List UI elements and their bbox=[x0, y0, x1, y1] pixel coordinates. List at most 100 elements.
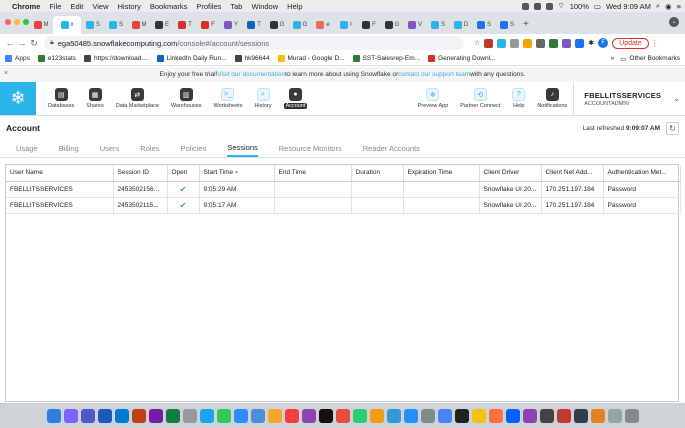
tray-icon[interactable] bbox=[533, 2, 541, 10]
account-switcher[interactable]: FBELLITSSERVICES ACCOUNTADMIN bbox=[573, 82, 673, 115]
documentation-link[interactable]: Visit our documentation bbox=[217, 71, 285, 78]
nav-preview-app[interactable]: ❄ Preview App bbox=[412, 82, 455, 115]
tray-icon[interactable] bbox=[545, 2, 553, 10]
minimize-window-icon[interactable] bbox=[14, 19, 20, 25]
tab-policies[interactable]: Policies bbox=[180, 140, 206, 157]
podcasts-icon[interactable] bbox=[301, 408, 316, 423]
app-icon[interactable] bbox=[556, 408, 571, 423]
firefox-icon[interactable] bbox=[488, 408, 503, 423]
browser-tab[interactable]: S bbox=[496, 16, 518, 34]
menu-view[interactable]: View bbox=[92, 2, 108, 11]
zoom-icon[interactable] bbox=[233, 408, 248, 423]
powerpoint-icon[interactable] bbox=[131, 408, 146, 423]
url-bar[interactable]: 🔒︎ ega50485.snowflakecomputing.com/conso… bbox=[44, 36, 464, 50]
extension-icon[interactable] bbox=[484, 38, 494, 48]
browser-tab[interactable]: G bbox=[266, 16, 288, 34]
system-preferences-icon[interactable] bbox=[420, 408, 435, 423]
nav-history[interactable]: ⌕ History bbox=[248, 82, 277, 115]
browser-menu-icon[interactable]: ⋮ bbox=[651, 39, 659, 48]
tab-roles[interactable]: Roles bbox=[140, 140, 159, 157]
chrome-icon[interactable] bbox=[437, 408, 452, 423]
bookmark-item[interactable]: Murad - Google D... bbox=[277, 55, 345, 62]
browser-tab[interactable]: F bbox=[358, 16, 380, 34]
bookmark-item[interactable]: LinkedIn Daily Run... bbox=[156, 55, 227, 62]
browser-tab[interactable]: e bbox=[312, 16, 334, 34]
table-row[interactable]: FBELLITSSERVICES 2453502156... ✔ 9:05:29… bbox=[6, 181, 681, 198]
tab-users[interactable]: Users bbox=[100, 140, 120, 157]
music-icon[interactable] bbox=[284, 408, 299, 423]
app-icon[interactable] bbox=[573, 408, 588, 423]
refresh-icon[interactable]: ↻ bbox=[666, 121, 679, 135]
browser-tab[interactable]: G bbox=[289, 16, 311, 34]
bookmarks-overflow-button[interactable]: » bbox=[611, 55, 615, 62]
extension-icon[interactable] bbox=[523, 38, 533, 48]
nav-shares[interactable]: ▦ Shares bbox=[80, 82, 109, 115]
column-header-session-id[interactable]: Session ID bbox=[113, 165, 168, 182]
browser-tab[interactable]: S bbox=[473, 16, 495, 34]
menu-history[interactable]: History bbox=[118, 2, 141, 11]
nav-account[interactable]: ● Account bbox=[278, 82, 314, 115]
back-icon[interactable]: ← bbox=[4, 38, 16, 48]
column-header-expiration-time[interactable]: Expiration Time bbox=[403, 165, 480, 182]
browser-tab[interactable]: E bbox=[151, 16, 173, 34]
siri-icon[interactable]: ◉ bbox=[665, 2, 672, 11]
tab-sessions[interactable]: Sessions bbox=[227, 140, 258, 157]
app-store-icon[interactable] bbox=[403, 408, 418, 423]
spotlight-icon[interactable]: ⌕ bbox=[656, 1, 660, 11]
column-header-user-name[interactable]: User Name bbox=[6, 165, 114, 182]
keynote-icon[interactable] bbox=[386, 408, 401, 423]
app-icon[interactable] bbox=[182, 408, 197, 423]
reload-icon[interactable]: ↻ bbox=[28, 38, 40, 49]
puzzle-icon[interactable]: ✱ bbox=[588, 39, 594, 47]
onenote-icon[interactable] bbox=[148, 408, 163, 423]
nav-data-marketplace[interactable]: ⇄ Data Marketplace bbox=[110, 82, 165, 115]
tab-search-icon[interactable]: ⌄ bbox=[669, 17, 679, 27]
column-header-end-time[interactable]: End Time bbox=[274, 165, 352, 182]
column-header-open[interactable]: Open bbox=[167, 165, 200, 182]
zoom-window-icon[interactable] bbox=[23, 19, 29, 25]
profile-avatar[interactable]: F bbox=[598, 38, 609, 48]
bookmark-apps[interactable]: Apps bbox=[5, 55, 30, 62]
star-icon[interactable]: ☆ bbox=[474, 39, 480, 47]
trash-icon[interactable] bbox=[624, 408, 639, 423]
battery-label[interactable]: 100% bbox=[570, 2, 589, 11]
menu-profiles[interactable]: Profiles bbox=[196, 2, 221, 11]
app-icon[interactable] bbox=[539, 408, 554, 423]
launchpad-icon[interactable] bbox=[63, 408, 78, 423]
menu-window[interactable]: Window bbox=[251, 2, 278, 11]
menu-help[interactable]: Help bbox=[287, 2, 302, 11]
bookmark-item[interactable]: Generating Downl... bbox=[428, 55, 495, 62]
photos-icon[interactable] bbox=[267, 408, 282, 423]
browser-tab-active[interactable]: x bbox=[53, 16, 81, 34]
update-button[interactable]: Update bbox=[612, 37, 649, 49]
tray-icon[interactable] bbox=[521, 2, 529, 10]
column-header-authentication-method[interactable]: Authentication Met... bbox=[603, 165, 681, 182]
nav-help[interactable]: ? Help bbox=[506, 82, 531, 115]
menu-edit[interactable]: Edit bbox=[70, 2, 83, 11]
browser-tab[interactable]: V bbox=[404, 16, 426, 34]
tab-usage[interactable]: Usage bbox=[16, 140, 38, 157]
column-header-start-time[interactable]: Start Time▼ bbox=[199, 165, 275, 182]
forward-icon[interactable]: → bbox=[16, 38, 28, 48]
excel-icon[interactable] bbox=[165, 408, 180, 423]
calendar-icon[interactable] bbox=[590, 408, 605, 423]
nav-worksheets[interactable]: >_ Worksheets bbox=[208, 82, 249, 115]
bookmark-item[interactable]: e123stats bbox=[37, 55, 76, 62]
outlook-icon[interactable] bbox=[114, 408, 129, 423]
table-row[interactable]: FBELLITSSERVICES 2453502115... ✔ 9:05:17… bbox=[6, 197, 681, 214]
support-link[interactable]: contact our support team bbox=[398, 71, 470, 78]
tv-icon[interactable] bbox=[318, 408, 333, 423]
nav-notifications[interactable]: ♪ Notifications bbox=[531, 82, 573, 115]
control-center-icon[interactable]: ≡ bbox=[677, 2, 681, 11]
bookmark-item[interactable]: SST-Salesrep-Em... bbox=[352, 55, 420, 62]
teams-icon[interactable] bbox=[80, 408, 95, 423]
browser-tab[interactable]: M bbox=[30, 16, 52, 34]
other-bookmarks[interactable]: ▭ Other Bookmarks bbox=[620, 55, 680, 63]
terminal-icon[interactable] bbox=[454, 408, 469, 423]
browser-tab[interactable]: F bbox=[197, 16, 219, 34]
browser-tab[interactable]: G bbox=[381, 16, 403, 34]
close-banner-icon[interactable]: × bbox=[4, 70, 8, 77]
numbers-icon[interactable] bbox=[352, 408, 367, 423]
mail-icon[interactable] bbox=[250, 408, 265, 423]
preview-icon[interactable] bbox=[607, 408, 622, 423]
